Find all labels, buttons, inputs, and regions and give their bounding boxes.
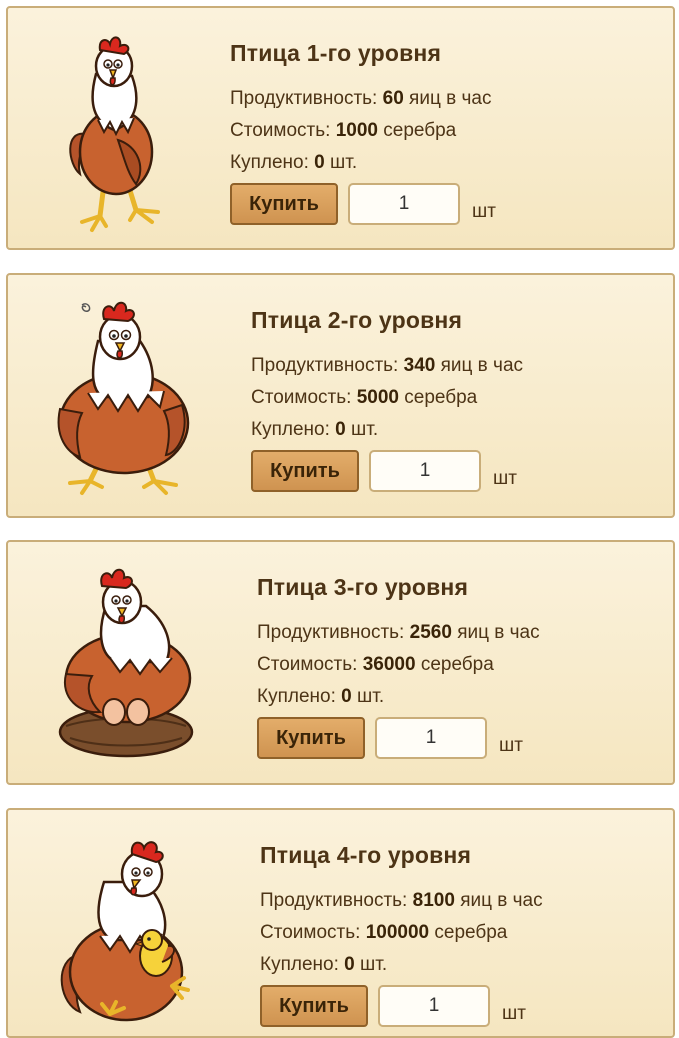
bought-label: Куплено:: [257, 686, 336, 707]
productivity-unit: яиц в час: [409, 88, 492, 109]
bought-row: Куплено: 0 шт.: [257, 681, 540, 713]
quantity-input[interactable]: [348, 183, 460, 225]
bought-value: 0: [335, 419, 346, 440]
bought-label: Куплено:: [230, 152, 309, 173]
cost-unit: серебра: [420, 654, 494, 675]
quantity-input[interactable]: [369, 450, 481, 492]
cost-value: 5000: [356, 387, 399, 408]
productivity-value: 60: [382, 88, 404, 109]
productivity-label: Продуктивность:: [230, 88, 378, 109]
buy-button[interactable]: Купить: [260, 985, 368, 1027]
bought-unit: шт.: [360, 954, 388, 975]
hen-level-3-icon: [58, 568, 194, 758]
bought-label: Куплено:: [251, 419, 330, 440]
bird-title: Птица 1-го уровня: [230, 40, 442, 66]
bought-row: Куплено: 0 шт.: [260, 949, 543, 981]
purchase-controls: Купить шт: [251, 450, 523, 498]
bird-info: Птица 2-го уровня Продуктивность: 340 яи…: [251, 307, 523, 498]
productivity-row: Продуктивность: 8100 яиц в час: [260, 885, 543, 917]
cost-value: 36000: [362, 654, 416, 675]
productivity-unit: яиц в час: [457, 622, 540, 643]
cost-row: Стоимость: 1000 серебра: [230, 115, 491, 147]
quantity-input[interactable]: [378, 985, 490, 1027]
hen-level-2-icon: [57, 301, 190, 495]
cost-row: Стоимость: 5000 серебра: [251, 382, 523, 414]
productivity-unit: яиц в час: [460, 890, 543, 911]
bought-value: 0: [344, 954, 355, 975]
productivity-label: Продуктивность:: [257, 622, 405, 643]
bird-info: Птица 4-го уровня Продуктивность: 8100 я…: [260, 842, 543, 1033]
productivity-label: Продуктивность:: [260, 890, 408, 911]
cost-label: Стоимость:: [230, 120, 331, 141]
buy-button[interactable]: Купить: [257, 717, 365, 759]
purchase-controls: Купить шт: [230, 183, 496, 231]
bought-unit: шт.: [351, 419, 379, 440]
bought-value: 0: [314, 152, 325, 173]
productivity-unit: яиц в час: [440, 355, 524, 376]
quantity-unit: шт: [499, 735, 523, 756]
quantity-input[interactable]: [375, 717, 487, 759]
cost-label: Стоимость:: [257, 654, 358, 675]
bird-title: Птица 3-го уровня: [257, 574, 469, 600]
cost-unit: серебра: [383, 120, 457, 141]
productivity-row: Продуктивность: 60 яиц в час: [230, 83, 491, 115]
bought-unit: шт.: [357, 686, 385, 707]
productivity-value: 2560: [409, 622, 452, 643]
bird-title: Птица 4-го уровня: [260, 842, 472, 868]
quantity-unit: шт: [502, 1003, 526, 1024]
bird-info: Птица 3-го уровня Продуктивность: 2560 я…: [257, 574, 540, 765]
bought-value: 0: [341, 686, 352, 707]
bird-card-level-2: Птица 2-го уровня Продуктивность: 340 яи…: [6, 273, 675, 518]
productivity-row: Продуктивность: 2560 яиц в час: [257, 617, 540, 649]
cost-value: 100000: [365, 922, 430, 943]
bird-card-level-1: Птица 1-го уровня Продуктивность: 60 яиц…: [6, 6, 675, 250]
productivity-row: Продуктивность: 340 яиц в час: [251, 350, 523, 382]
cost-unit: серебра: [434, 922, 508, 943]
buy-button[interactable]: Купить: [251, 450, 359, 492]
hen-level-4-icon: [60, 841, 190, 1022]
cost-label: Стоимость:: [251, 387, 352, 408]
quantity-unit: шт: [472, 201, 496, 222]
bird-title: Птица 2-го уровня: [251, 307, 463, 333]
quantity-unit: шт: [493, 468, 517, 489]
productivity-value: 8100: [412, 890, 455, 911]
cost-label: Стоимость:: [260, 922, 361, 943]
buy-button[interactable]: Купить: [230, 183, 338, 225]
bought-unit: шт.: [330, 152, 358, 173]
purchase-controls: Купить шт: [257, 717, 540, 765]
cost-value: 1000: [335, 120, 378, 141]
productivity-value: 340: [403, 355, 436, 376]
bird-card-level-3: Птица 3-го уровня Продуктивность: 2560 я…: [6, 540, 675, 785]
bird-info: Птица 1-го уровня Продуктивность: 60 яиц…: [230, 40, 496, 231]
productivity-label: Продуктивность:: [251, 355, 399, 376]
bought-label: Куплено:: [260, 954, 339, 975]
purchase-controls: Купить шт: [260, 985, 543, 1033]
bird-card-level-4: Птица 4-го уровня Продуктивность: 8100 я…: [6, 808, 675, 1038]
hen-level-1-icon: [69, 36, 160, 232]
cost-row: Стоимость: 100000 серебра: [260, 917, 543, 949]
cost-row: Стоимость: 36000 серебра: [257, 649, 540, 681]
bought-row: Куплено: 0 шт.: [251, 414, 523, 446]
bought-row: Куплено: 0 шт.: [230, 147, 491, 179]
cost-unit: серебра: [404, 387, 478, 408]
